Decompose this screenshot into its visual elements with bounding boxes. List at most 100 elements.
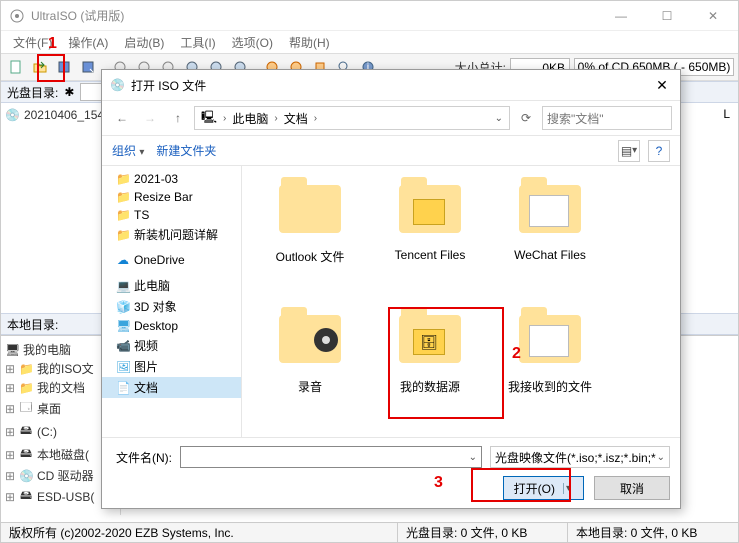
file-item-label: Tencent Files <box>395 248 466 262</box>
titlebar: UltraISO (试用版) — ☐ ✕ <box>1 1 738 31</box>
open-button-label: 打开(O) <box>514 480 555 497</box>
folder-icon <box>275 304 345 374</box>
local-tree-item[interactable]: ⊞📁我的ISO文 <box>5 359 116 378</box>
statusbar: 版权所有 (c)2002-2020 EZB Systems, Inc. 光盘目录… <box>1 522 738 542</box>
maximize-button[interactable]: ☐ <box>650 9 684 23</box>
menu-boot[interactable]: 启动(B) <box>118 32 170 53</box>
chevron-right-icon-3: › <box>314 113 317 124</box>
local-tree-item[interactable]: ⊞🗔桌面 <box>5 397 116 420</box>
nav-forward-button[interactable]: → <box>138 106 162 130</box>
status-local-info: 本地目录: 0 文件, 0 KB <box>568 523 738 542</box>
column-letter: L <box>723 107 730 121</box>
folder-icon <box>275 174 345 244</box>
organize-menu[interactable]: 组织 ▾ <box>112 142 144 159</box>
nav-tree-item[interactable]: ☁OneDrive <box>102 251 241 269</box>
menu-options[interactable]: 选项(O) <box>226 32 279 53</box>
menu-action[interactable]: 操作(A) <box>62 32 114 53</box>
dialog-close-button[interactable]: ✕ <box>652 77 672 94</box>
folder-icon <box>515 174 585 244</box>
dialog-toolbar: 组织 ▾ 新建文件夹 ▤ ▾ ? <box>102 136 680 166</box>
filename-dropdown-icon[interactable]: ⌄ <box>469 452 477 463</box>
folder-icon: 🗄 <box>395 304 465 374</box>
open-split-icon[interactable]: ▾ <box>563 483 573 494</box>
address-bar[interactable]: 🖳 › 此电脑 › 文档 › ⌄ <box>194 106 510 130</box>
chevron-right-icon-2: › <box>274 113 277 124</box>
file-item-folder[interactable]: 🗄 我的数据源 <box>370 304 490 434</box>
close-button[interactable]: ✕ <box>696 9 730 23</box>
nav-tree-item[interactable]: 🖥Desktop <box>102 317 241 335</box>
breadcrumb-current[interactable]: 文档 <box>284 110 308 127</box>
new-button[interactable] <box>5 56 27 78</box>
save-button[interactable] <box>53 56 75 78</box>
cd-icon: 💿 <box>5 108 20 122</box>
breadcrumb-root[interactable]: 此电脑 <box>232 110 268 127</box>
nav-tree-item[interactable]: 📹视频 <box>102 335 241 356</box>
window-buttons: — ☐ ✕ <box>604 9 730 23</box>
local-tree-item[interactable]: ⊞🖴本地磁盘( <box>5 443 116 466</box>
local-tree-item[interactable]: ⊞🖴ESD-USB( <box>5 485 116 508</box>
open-button[interactable] <box>29 56 51 78</box>
file-item-folder[interactable]: WeChat Files <box>490 174 610 304</box>
search-placeholder: 搜索"文档" <box>547 110 604 127</box>
file-item-label: Outlook 文件 <box>276 248 345 265</box>
dialog-icon: 💿 <box>110 78 125 92</box>
pc-icon: 🖳 <box>201 108 217 129</box>
nav-tree-item[interactable]: 🧊3D 对象 <box>102 296 241 317</box>
image-tree-root-label: 20210406_154 <box>24 108 104 122</box>
app-icon <box>9 8 25 24</box>
menu-help[interactable]: 帮助(H) <box>283 32 336 53</box>
filter-dropdown-icon: ⌄ <box>657 452 665 463</box>
file-item-folder[interactable]: 我接收到的文件 <box>490 304 610 434</box>
app-window: UltraISO (试用版) — ☐ ✕ 文件(F) 操作(A) 启动(B) 工… <box>0 0 739 543</box>
dialog-bottom: 文件名(N): ⌄ 光盘映像文件(*.iso;*.isz;*.bin;* ⌄ 打… <box>102 437 680 508</box>
dialog-title: 打开 ISO 文件 <box>131 77 652 94</box>
menu-file[interactable]: 文件(F) <box>7 32 58 53</box>
refresh-button[interactable]: ⟳ <box>514 106 538 130</box>
file-item-folder[interactable]: Outlook 文件 <box>250 174 370 304</box>
address-dropdown-icon[interactable]: ⌄ <box>495 113 503 124</box>
nav-up-button[interactable]: ↑ <box>166 106 190 130</box>
search-input[interactable]: 搜索"文档" <box>542 106 672 130</box>
image-panel-label: 光盘目录: <box>7 84 58 101</box>
local-tree-item[interactable]: ⊞💿CD 驱动器 <box>5 466 116 485</box>
nav-tree-item[interactable]: 📁TS <box>102 206 241 224</box>
nav-tree-item[interactable]: 📁2021-03 <box>102 170 241 188</box>
local-tree-item[interactable]: 🖥我的电脑 <box>5 340 116 359</box>
nav-tree-item[interactable]: 💻此电脑 <box>102 275 241 296</box>
nav-tree-item[interactable]: 🖼图片 <box>102 356 241 377</box>
file-item-folder[interactable]: Tencent Files <box>370 174 490 304</box>
status-image-info: 光盘目录: 0 文件, 0 KB <box>398 523 568 542</box>
filetype-filter[interactable]: 光盘映像文件(*.iso;*.isz;*.bin;* ⌄ <box>490 446 670 468</box>
status-copyright: 版权所有 (c)2002-2020 EZB Systems, Inc. <box>1 523 398 542</box>
nav-tree-item[interactable]: 📁Resize Bar <box>102 188 241 206</box>
cancel-button[interactable]: 取消 <box>594 476 670 500</box>
nav-tree-item[interactable]: 📁新装机问题详解 <box>102 224 241 245</box>
dialog-file-view[interactable]: Outlook 文件 Tencent Files WeChat Files 录音 🗄 我的… <box>242 166 680 437</box>
save-as-button[interactable] <box>77 56 99 78</box>
menu-tools[interactable]: 工具(I) <box>174 32 221 53</box>
file-item-label: WeChat Files <box>514 248 586 262</box>
image-tree-root[interactable]: 💿 20210406_154 <box>5 107 116 123</box>
file-item-label: 录音 <box>298 378 322 395</box>
file-item-label: 我接收到的文件 <box>508 378 592 395</box>
minimize-button[interactable]: — <box>604 9 638 23</box>
nav-back-button[interactable]: ← <box>110 106 134 130</box>
new-folder-button[interactable]: 新建文件夹 <box>156 142 216 159</box>
file-item-folder[interactable]: 录音 <box>250 304 370 434</box>
filename-input[interactable]: ⌄ <box>180 446 482 468</box>
filter-text: 光盘映像文件(*.iso;*.isz;*.bin;* <box>495 449 656 466</box>
dialog-titlebar: 💿 打开 ISO 文件 ✕ <box>102 70 680 100</box>
open-button[interactable]: 打开(O) ▾ <box>503 476 584 500</box>
help-button[interactable]: ? <box>648 140 670 162</box>
view-options-button[interactable]: ▤ ▾ <box>618 140 640 162</box>
dialog-nav-tree[interactable]: 📁2021-03📁Resize Bar📁TS📁新装机问题详解 ☁OneDrive 💻… <box>102 166 242 437</box>
file-item-label: 我的数据源 <box>400 378 460 395</box>
local-tree-item[interactable]: ⊞📁我的文档 <box>5 378 116 397</box>
app-title: UltraISO (试用版) <box>31 7 604 24</box>
folder-icon <box>395 174 465 244</box>
local-panel-label: 本地目录: <box>7 316 58 333</box>
image-panel-toggle-icon[interactable]: ✱ <box>64 85 74 99</box>
local-tree-item[interactable]: ⊞🖴(C:) <box>5 420 116 443</box>
dialog-nav: ← → ↑ 🖳 › 此电脑 › 文档 › ⌄ ⟳ 搜索"文档" <box>102 100 680 136</box>
nav-tree-item[interactable]: 📄文档 <box>102 377 241 398</box>
